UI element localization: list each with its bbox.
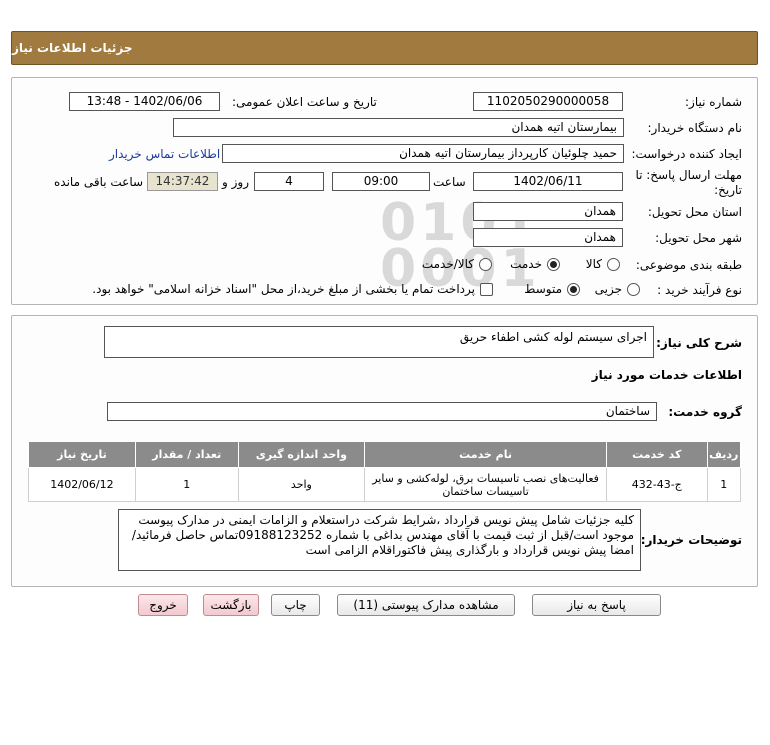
category-goods-radio[interactable] <box>607 257 620 271</box>
deadline-date-field: 1402/06/11 <box>473 172 623 191</box>
treasury-payment-checkbox[interactable] <box>480 282 493 296</box>
table-row: 1 ج-43-432 فعالیت‌های نصب تاسیسات برق، ل… <box>28 467 742 502</box>
service-group-field: ساختمان <box>107 402 657 421</box>
deadline-time-label: ساعت <box>433 175 466 189</box>
buyer-notes-label: توضیحات خریدار: <box>640 533 742 547</box>
announce-datetime-field: 1402/06/06 - 13:48 <box>69 92 220 111</box>
buyer-notes-field: کلیه جزئیات شامل پیش نویس قرارداد ،شرایط… <box>118 509 641 571</box>
category-goods-service-radio[interactable] <box>479 257 492 271</box>
city-label: شهر محل تحویل: <box>655 231 742 245</box>
process-option-minor[interactable]: جزیی <box>595 282 640 296</box>
process-minor-radio[interactable] <box>627 282 640 296</box>
category-option-service[interactable]: خدمت <box>510 257 560 271</box>
buyer-org-field: بیمارستان اتیه همدان <box>173 118 624 137</box>
col-row-header: ردیف <box>706 441 742 468</box>
buyer-contact-link[interactable]: اطلاعات تماس خریدار <box>109 147 220 161</box>
process-medium-radio[interactable] <box>567 282 580 296</box>
category-goods-service-label: کالا/خدمت <box>421 257 474 271</box>
page-title: جزئیات اطلاعات نیاز <box>12 41 133 55</box>
announce-datetime-label: تاریخ و ساعت اعلان عمومی: <box>232 95 377 109</box>
col-date-header: تاریخ نیاز <box>28 441 136 468</box>
process-minor-label: جزیی <box>594 282 622 296</box>
treasury-payment-option[interactable]: پرداخت تمام یا بخشی از مبلغ خرید،از محل … <box>92 282 493 296</box>
buyer-org-label: نام دستگاه خریدار: <box>647 121 743 135</box>
cell-row-number: 1 <box>706 467 742 502</box>
cell-quantity: 1 <box>134 467 239 502</box>
category-service-radio[interactable] <box>547 257 560 271</box>
request-creator-label: ایجاد کننده درخواست: <box>631 147 742 161</box>
province-field: همدان <box>473 202 623 221</box>
need-number-label: شماره نیاز: <box>685 95 742 109</box>
exit-button[interactable]: خروج <box>138 594 188 616</box>
print-button[interactable]: چاپ <box>271 594 320 616</box>
view-attachments-button[interactable]: مشاهده مدارک پیوستی (11) <box>337 594 515 616</box>
remaining-time-label: ساعت باقی مانده <box>54 175 144 189</box>
service-group-label: گروه خدمت: <box>668 405 742 419</box>
remaining-time-field: 14:37:42 <box>147 172 218 191</box>
category-option-goods-service[interactable]: کالا/خدمت <box>422 257 492 271</box>
deadline-label-line2: تاریخ: <box>714 183 742 197</box>
category-service-label: خدمت <box>510 257 542 271</box>
deadline-label-line1: مهلت ارسال پاسخ: تا <box>635 168 742 182</box>
page-title-bar: جزئیات اطلاعات نیاز <box>11 31 758 65</box>
category-option-goods[interactable]: کالا <box>586 257 620 271</box>
request-creator-field: حمید چلوئیان کارپرداز بیمارستان اتیه همد… <box>222 144 624 163</box>
cell-service-code: ج-43-432 <box>605 467 708 502</box>
cell-need-date: 1402/06/12 <box>28 467 136 502</box>
summary-field: اجرای سیستم لوله کشی اطفاء حریق <box>104 326 654 358</box>
cell-service-name: فعالیت‌های نصب تاسیسات برق، لوله‌کشی و س… <box>364 467 607 502</box>
cell-unit: واحد <box>237 467 366 502</box>
process-option-medium[interactable]: متوسط <box>524 282 580 296</box>
city-field: همدان <box>473 228 623 247</box>
col-code-header: کد خدمت <box>605 441 708 468</box>
days-label: روز و <box>222 175 249 189</box>
services-heading: اطلاعات خدمات مورد نیاز <box>591 368 742 382</box>
category-goods-label: کالا <box>585 257 602 271</box>
province-label: استان محل تحویل: <box>647 205 742 219</box>
treasury-payment-note: پرداخت تمام یا بخشی از مبلغ خرید،از محل … <box>92 282 475 296</box>
reply-to-need-button[interactable]: پاسخ به نیاز <box>532 594 661 616</box>
need-number-field: 1102050290000058 <box>473 92 623 111</box>
col-name-header: نام خدمت <box>364 441 607 468</box>
deadline-label: مهلت ارسال پاسخ: تا تاریخ: <box>635 168 742 198</box>
process-type-label: نوع فرآیند خرید : <box>657 283 742 297</box>
deadline-time-field: 09:00 <box>332 172 430 191</box>
days-remaining-field: 4 <box>254 172 324 191</box>
services-table: ردیف کد خدمت نام خدمت واحد اندازه گیری ت… <box>28 441 742 502</box>
category-label: طبقه بندی موضوعی: <box>635 258 742 272</box>
services-table-header: ردیف کد خدمت نام خدمت واحد اندازه گیری ت… <box>28 441 742 468</box>
col-qty-header: تعداد / مقدار <box>134 441 239 468</box>
back-button[interactable]: بازگشت <box>203 594 259 616</box>
col-unit-header: واحد اندازه گیری <box>237 441 366 468</box>
summary-label: شرح کلی نیاز: <box>656 336 742 350</box>
process-medium-label: متوسط <box>524 282 562 296</box>
